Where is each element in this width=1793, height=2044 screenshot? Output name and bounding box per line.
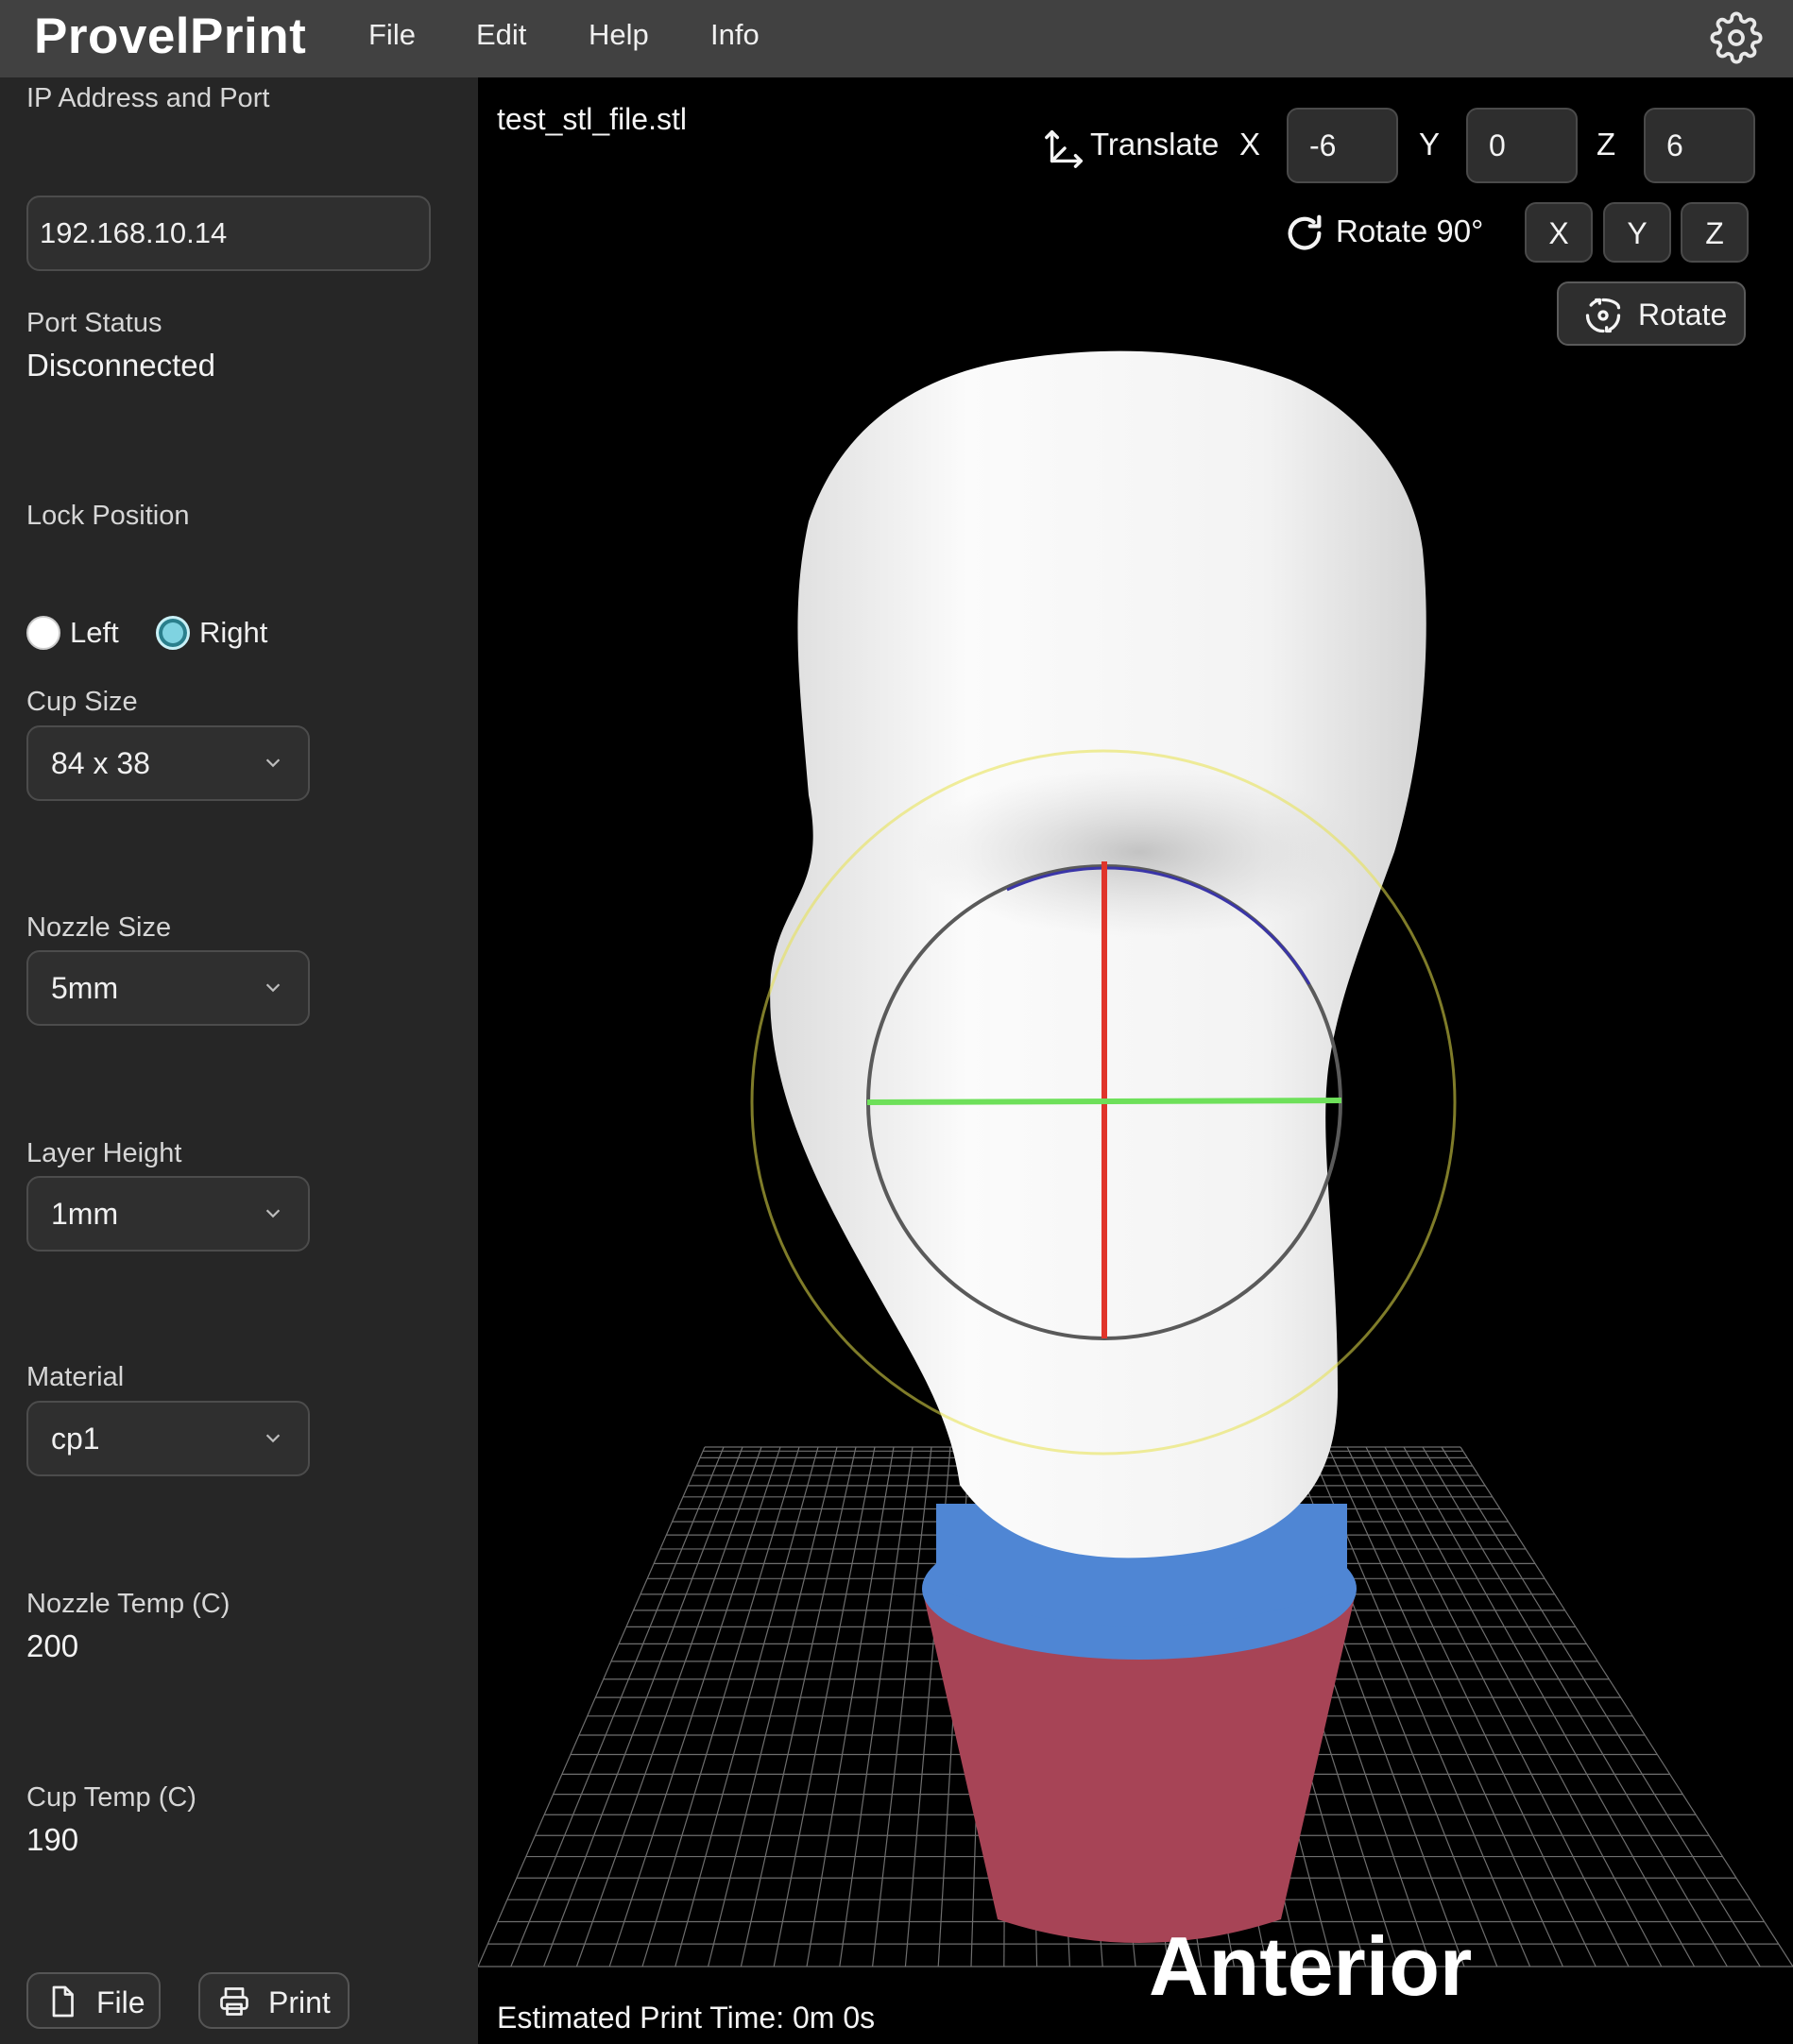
layer-height-label: Layer Height bbox=[26, 1138, 182, 1168]
ip-address-value: 192.168.10.14 bbox=[40, 216, 228, 249]
file-icon bbox=[52, 1985, 74, 2018]
lock-right-radio[interactable] bbox=[156, 616, 190, 650]
rotate-y-button[interactable]: Y bbox=[1603, 202, 1671, 263]
material-select[interactable]: cp1 bbox=[26, 1401, 310, 1476]
chevron-down-icon bbox=[265, 1209, 281, 1218]
nozzle-temp-label: Nozzle Temp (C) bbox=[26, 1589, 231, 1619]
model-shading bbox=[913, 767, 1366, 937]
lock-left-radio[interactable] bbox=[26, 616, 60, 650]
translate-label: Translate bbox=[1090, 127, 1220, 162]
rotate90-label: Rotate 90° bbox=[1336, 213, 1484, 248]
rotate-y-label: Y bbox=[1627, 216, 1648, 250]
chevron-down-icon bbox=[265, 758, 281, 768]
gear-icon[interactable] bbox=[1710, 11, 1763, 64]
estimated-print-time: Estimated Print Time: 0m 0s bbox=[497, 2001, 876, 2035]
rotate-x-button[interactable]: X bbox=[1525, 202, 1593, 263]
material-label: Material bbox=[26, 1362, 125, 1392]
file-button[interactable]: File bbox=[26, 1972, 161, 2029]
cup-holder bbox=[922, 1504, 1357, 1943]
menu-edit[interactable]: Edit bbox=[476, 18, 526, 52]
chevron-down-icon bbox=[265, 1434, 281, 1443]
stl-model bbox=[770, 350, 1426, 1559]
chevron-down-icon bbox=[265, 983, 281, 993]
app-brand: ProvelPrint bbox=[34, 9, 307, 64]
lock-left-label[interactable]: Left bbox=[70, 616, 119, 650]
translate-z-label: Z bbox=[1597, 127, 1616, 162]
print-button[interactable]: Print bbox=[198, 1972, 350, 2029]
layer-height-select[interactable]: 1mm bbox=[26, 1176, 310, 1252]
lock-right-label[interactable]: Right bbox=[199, 616, 267, 650]
port-status-value: Disconnected bbox=[26, 348, 215, 383]
cup-temp-label: Cup Temp (C) bbox=[26, 1782, 196, 1813]
3d-viewport[interactable]: Anterior test_stl_file.stl Translate X -… bbox=[478, 77, 1793, 2044]
nozzle-temp-value: 200 bbox=[26, 1628, 79, 1663]
nozzle-size-select[interactable]: 5mm bbox=[26, 950, 310, 1026]
cup-size-label: Cup Size bbox=[26, 687, 138, 717]
translate-z-input[interactable]: 6 bbox=[1644, 108, 1755, 183]
settings-sidebar: IP Address and Port 192.168.10.14 Port S… bbox=[0, 77, 478, 2044]
ip-address-input[interactable]: 192.168.10.14 bbox=[26, 196, 431, 271]
cup-temp-value: 190 bbox=[26, 1822, 79, 1857]
rotate-x-label: X bbox=[1548, 216, 1569, 250]
printer-icon bbox=[220, 1987, 248, 2016]
model-scene[interactable]: Anterior bbox=[478, 77, 1793, 2044]
ip-label: IP Address and Port bbox=[26, 83, 270, 113]
material-value: cp1 bbox=[51, 1422, 100, 1456]
rotate-z-button[interactable]: Z bbox=[1681, 202, 1749, 263]
orbit-rotate-icon bbox=[1585, 298, 1621, 333]
top-bar: ProvelPrint File Edit Help Info bbox=[0, 0, 1793, 77]
translate-y-label: Y bbox=[1419, 127, 1441, 162]
menu-info[interactable]: Info bbox=[710, 18, 760, 52]
translate-z-value: 6 bbox=[1666, 128, 1683, 162]
translate-x-value: -6 bbox=[1309, 128, 1337, 162]
translate-x-label: X bbox=[1239, 127, 1261, 162]
cup-size-value: 84 x 38 bbox=[51, 746, 150, 780]
port-status-label: Port Status bbox=[26, 308, 162, 338]
file-button-label: File bbox=[96, 1985, 145, 2019]
rotate-mode-label: Rotate bbox=[1638, 298, 1728, 332]
lock-position-label: Lock Position bbox=[26, 501, 190, 531]
translate-y-value: 0 bbox=[1489, 128, 1506, 162]
nozzle-size-label: Nozzle Size bbox=[26, 912, 172, 943]
layer-height-value: 1mm bbox=[51, 1197, 119, 1231]
translate-x-input[interactable]: -6 bbox=[1287, 108, 1398, 183]
rotate-cw-icon bbox=[1288, 214, 1322, 250]
menu-file[interactable]: File bbox=[368, 18, 416, 52]
menu-help[interactable]: Help bbox=[589, 18, 649, 52]
view-orientation-label: Anterior bbox=[1149, 1919, 1472, 2013]
rotate-mode-button[interactable]: Rotate bbox=[1557, 281, 1746, 346]
filename-label: test_stl_file.stl bbox=[497, 102, 687, 136]
translate-axes-icon bbox=[1045, 130, 1083, 168]
print-button-label: Print bbox=[268, 1985, 331, 2019]
cup-size-select[interactable]: 84 x 38 bbox=[26, 725, 310, 801]
nozzle-size-value: 5mm bbox=[51, 971, 119, 1005]
translate-y-input[interactable]: 0 bbox=[1466, 108, 1578, 183]
rotate-z-label: Z bbox=[1705, 216, 1724, 250]
